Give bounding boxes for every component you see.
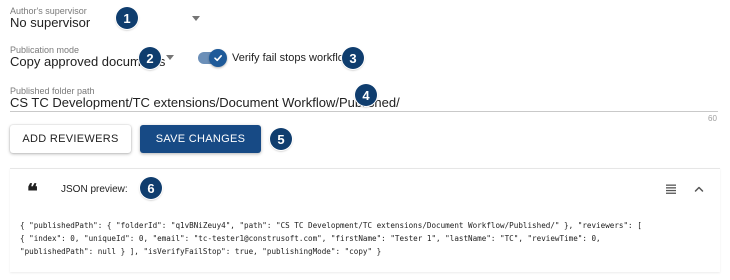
callout-badge-5: 5	[270, 128, 292, 150]
published-path-underline	[10, 111, 718, 112]
json-line-1: { "publishedPath": { "folderId": "q1vBNi…	[20, 221, 642, 230]
json-line-2: { "index": 0, "uniqueId": 0, "email": "t…	[20, 234, 601, 243]
json-preview-label: JSON preview:	[61, 184, 128, 195]
publication-mode-dropdown-icon[interactable]	[166, 55, 174, 60]
callout-badge-6: 6	[140, 177, 162, 199]
supervisor-select[interactable]: No supervisor	[10, 15, 90, 30]
verify-fail-toggle-label: Verify fail stops workflow	[232, 52, 352, 64]
add-reviewers-button[interactable]: ADD REVIEWERS	[10, 125, 131, 153]
check-icon	[214, 55, 222, 62]
verify-fail-toggle[interactable]	[198, 49, 228, 67]
callout-badge-1: 1	[116, 7, 138, 29]
character-counter: 60	[708, 114, 717, 123]
callout-badge-3: 3	[342, 47, 364, 69]
json-line-3: "publishedPath": null } ], "isVerifyFail…	[20, 247, 382, 256]
format-quote-icon: ❝	[27, 179, 38, 203]
json-preview-panel: ❝ JSON preview: 6 { "publishedPath": { "…	[10, 168, 720, 272]
published-path-input[interactable]: CS TC Development/TC extensions/Document…	[10, 95, 400, 110]
toggle-thumb	[209, 49, 227, 67]
save-changes-button[interactable]: SAVE CHANGES	[140, 125, 261, 153]
callout-badge-2: 2	[139, 47, 161, 69]
hamburger-menu-icon[interactable]	[665, 183, 677, 195]
supervisor-dropdown-icon[interactable]	[192, 16, 200, 21]
callout-badge-4: 4	[355, 84, 377, 106]
chevron-up-icon[interactable]	[693, 183, 705, 195]
